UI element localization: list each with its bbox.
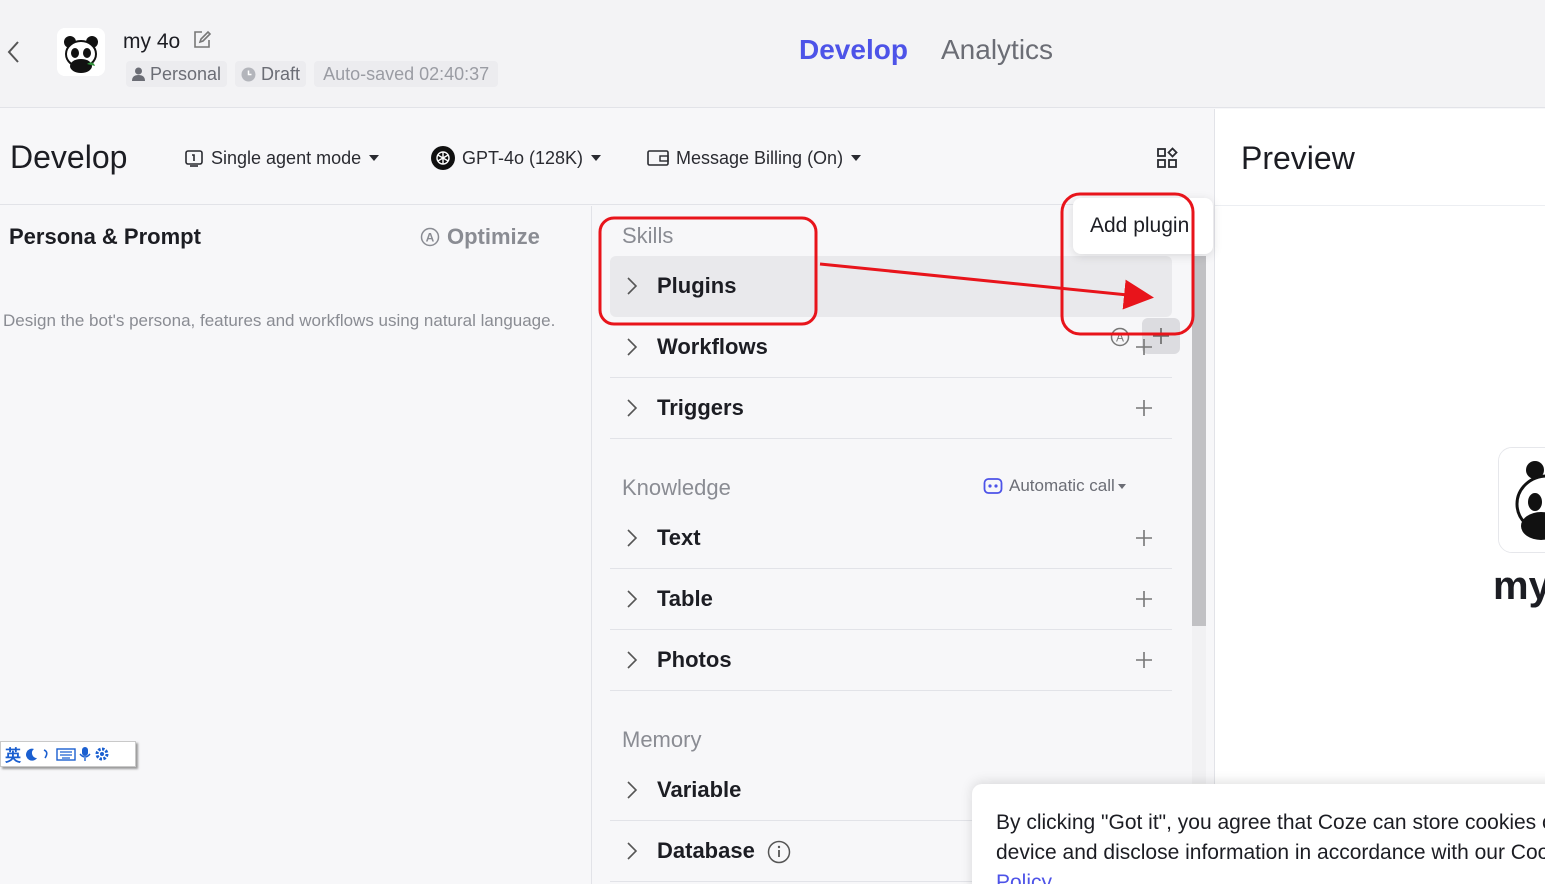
add-trigger-icon[interactable] (1134, 398, 1154, 418)
add-table-icon[interactable] (1134, 589, 1154, 609)
persona-prompt-input[interactable]: Design the bot's persona, features and w… (3, 304, 563, 337)
chevron-right-icon (627, 781, 638, 799)
database-label: Database (657, 838, 755, 863)
preview-panel: Preview my 4o (1214, 109, 1545, 884)
chevron-right-icon (627, 590, 638, 608)
plugins-label: Plugins (657, 273, 737, 298)
wallet-icon (647, 150, 669, 166)
preview-header: Preview (1215, 109, 1545, 206)
gear-icon (95, 747, 109, 761)
chevron-down-icon (591, 155, 602, 161)
chevron-down-icon (1117, 483, 1126, 489)
knowledge-row-text[interactable]: Text (610, 508, 1172, 569)
tab-develop[interactable]: Develop (799, 34, 908, 66)
photos-label: Photos (657, 647, 732, 672)
chevron-right-icon (627, 277, 638, 295)
agent-mode-icon (185, 150, 203, 167)
add-text-icon[interactable] (1134, 528, 1154, 548)
preview-title: Preview (1241, 140, 1355, 176)
chevron-right-icon (627, 651, 638, 669)
skill-row-plugins[interactable]: Plugins A (610, 256, 1180, 354)
microphone-icon (79, 747, 91, 761)
tab-analytics[interactable]: Analytics (941, 34, 1053, 66)
knowledge-row-table[interactable]: Table (610, 569, 1172, 630)
persona-panel: Persona & Prompt A Optimize Design the b… (0, 206, 592, 884)
automatic-call-label: Automatic call (1009, 476, 1115, 495)
skill-row-triggers[interactable]: Triggers (610, 378, 1172, 439)
chevron-right-icon (627, 338, 638, 356)
bot-meta: Personal Draft Auto-saved 02:40:37 (126, 61, 506, 87)
chevron-right-icon (627, 399, 638, 417)
clock-icon (241, 67, 256, 81)
edit-icon[interactable] (192, 30, 212, 50)
agent-mode-select[interactable]: Single agent mode (184, 144, 380, 172)
preview-bot-name: my 4o (1493, 564, 1545, 608)
moon-icon (26, 748, 38, 761)
info-icon[interactable] (767, 840, 791, 864)
optimize-button[interactable]: A Optimize (420, 224, 540, 250)
openai-icon (431, 146, 455, 170)
add-photos-icon[interactable] (1134, 650, 1154, 670)
status-label: Draft (261, 63, 301, 84)
workspace-badge: Personal (126, 61, 228, 87)
chevron-right-icon (627, 529, 638, 547)
automatic-call-select[interactable]: Automatic call (983, 476, 1126, 496)
billing-label: Message Billing (On) (676, 147, 844, 168)
skills-panel: Skills Plugins A Workflows Triggers Know… (593, 206, 1213, 884)
punctuation-icon (43, 749, 48, 759)
develop-title: Develop (10, 139, 128, 175)
ime-language-label: 英 (5, 748, 22, 765)
knowledge-group-label: Knowledge (622, 475, 731, 500)
model-label: GPT-4o (128K) (462, 147, 584, 168)
scrollbar-thumb[interactable] (1192, 256, 1206, 626)
keyboard-icon (56, 748, 76, 761)
skills-group-label: Skills (622, 223, 674, 248)
workspace-label: Personal (150, 63, 222, 84)
back-icon[interactable] (6, 38, 26, 68)
auto-icon: A (420, 227, 440, 247)
cookie-text-line-1: By clicking "Got it", you agree that Coz… (996, 811, 1545, 834)
ime-toolbar[interactable]: 英 (0, 741, 136, 767)
preview-bot-avatar (1498, 447, 1545, 553)
agent-mode-label: Single agent mode (211, 147, 362, 168)
model-select[interactable]: GPT-4o (128K) (431, 144, 602, 172)
chevron-down-icon (369, 155, 380, 161)
layout-grid-icon[interactable] (1156, 147, 1178, 169)
skill-row-workflows[interactable]: Workflows (610, 317, 1172, 378)
status-badge: Draft (235, 61, 307, 87)
memory-group-label: Memory (622, 727, 702, 752)
autosave-badge: Auto-saved 02:40:37 (314, 61, 499, 87)
table-label: Table (657, 586, 713, 611)
knowledge-row-photos[interactable]: Photos (610, 630, 1172, 691)
optimize-label: Optimize (447, 224, 540, 249)
bot-name: my 4o (123, 30, 181, 53)
add-plugin-tooltip: Add plugin (1073, 198, 1213, 254)
text-label: Text (657, 525, 701, 550)
svg-text:A: A (426, 231, 435, 245)
variable-label: Variable (657, 777, 742, 802)
bot-avatar[interactable] (57, 28, 105, 76)
user-icon (132, 67, 145, 81)
cookie-policy-link[interactable]: Policy (996, 871, 1052, 884)
chevron-down-icon (851, 155, 862, 161)
autosave-label: Auto-saved 02:40:37 (323, 63, 490, 84)
billing-select[interactable]: Message Billing (On) (647, 144, 862, 172)
robot-icon (983, 478, 1003, 494)
add-workflow-icon[interactable] (1134, 337, 1154, 357)
cookie-banner: By clicking "Got it", you agree that Coz… (972, 784, 1545, 884)
persona-title: Persona & Prompt (9, 224, 201, 249)
top-header: my 4o Personal Draft Auto-saved 02:40:37… (0, 0, 1545, 108)
triggers-label: Triggers (657, 395, 744, 420)
cookie-text-line-2: device and disclose information in accor… (996, 841, 1545, 864)
workflows-label: Workflows (657, 334, 768, 359)
chevron-right-icon (627, 842, 638, 860)
develop-toolbar: Develop Single agent mode GPT-4o (128K) … (0, 109, 1213, 205)
